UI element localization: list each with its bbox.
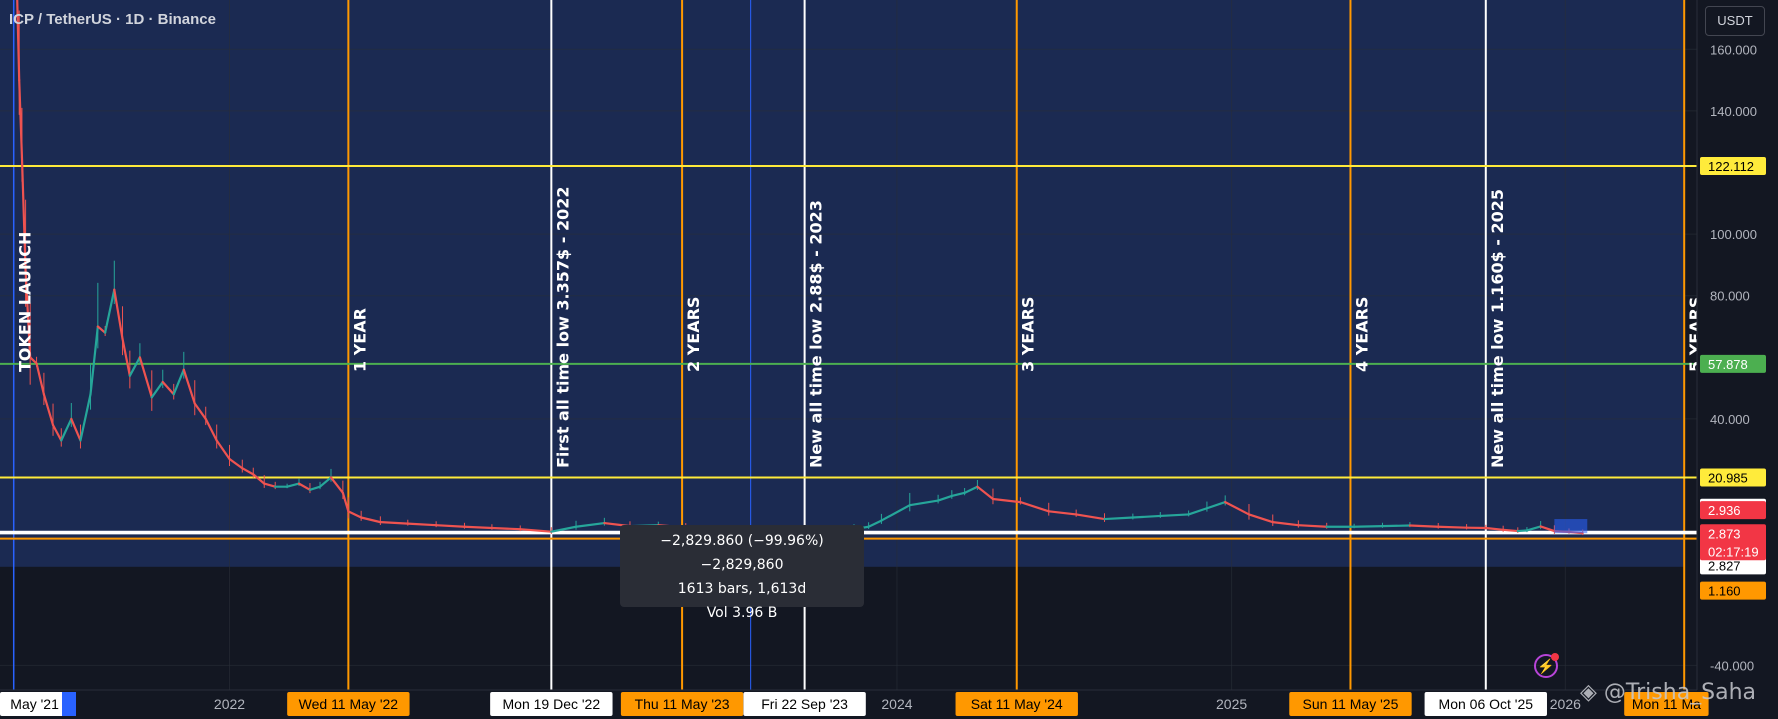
x-axis-badge: Fri 22 Sep '23 (743, 692, 866, 716)
chart-title: ICP / TetherUS · 1D · Binance (9, 11, 216, 28)
x-badge-label: May '21 (10, 696, 59, 712)
chart-stage[interactable]: TOKEN LAUNCH 1 YEAR First all time low 3.3… (0, 0, 1778, 719)
price-segment (463, 525, 494, 530)
y-axis-badge: 2.936 (1700, 501, 1766, 520)
price-segment (1353, 525, 1384, 528)
vertical-marker-label: 1 YEAR (350, 308, 369, 372)
price-segment (1297, 524, 1328, 528)
vertical-marker-label: New all time low 2.88$ - 2023 (807, 200, 826, 468)
x-axis-badge: Mon 19 Dec '22 (490, 692, 613, 716)
volume-profile-block (1554, 519, 1588, 534)
y-tick-label: 80.000 (1710, 289, 1750, 304)
x-axis-badge: Sat 11 May '24 (955, 692, 1078, 716)
x-badge-chip (62, 692, 76, 716)
vertical-marker-label: New all time low 1.160$ - 2025 (1488, 189, 1507, 468)
watermark: ◈ @Trisha_Saha (1580, 680, 1756, 705)
y-badge-label: 2.873 (1708, 526, 1741, 541)
price-segment (1502, 528, 1519, 533)
measurement-tooltip: −2,829.860 (−99.96%) −2,829,860 1613 bar… (620, 525, 864, 621)
vertical-marker-label: TOKEN LAUNCH (16, 232, 35, 372)
price-segment (1516, 529, 1529, 533)
vertical-marker-label: 2 YEARS (684, 297, 703, 372)
y-tick-label: 100.000 (1710, 227, 1757, 242)
price-segment (1131, 514, 1162, 519)
price-chart[interactable]: TOKEN LAUNCH 1 YEAR First all time low 3.3… (0, 0, 1778, 719)
x-badge-label: Thu 11 May '23 (635, 696, 730, 712)
x-axis-badge: Sun 11 May '25 (1289, 692, 1412, 716)
y-axis-badge: 1.160 (1700, 581, 1766, 600)
y-badge-label: 57.878 (1708, 357, 1748, 372)
y-badge-label: 2.936 (1708, 503, 1741, 518)
vertical-marker-label: 4 YEARS (1352, 297, 1371, 372)
price-segment (1437, 525, 1468, 529)
x-tick-label: 2026 (1550, 696, 1581, 712)
measurement-volume: Vol 3.96 B (706, 605, 778, 621)
price-segment (1159, 513, 1190, 518)
measurement-change: −2,829.860 (−99.96%) −2,829,860 (660, 533, 824, 573)
x-axis-badge: Mon 06 Oct '25 (1424, 692, 1547, 716)
y-axis-badge: 20.985 (1700, 468, 1766, 487)
y-badge-label: 2.827 (1708, 558, 1741, 573)
y-axis-badge: 122.112 (1700, 156, 1766, 175)
x-axis-badge: May '21 (0, 692, 70, 716)
y-axis-badge: 2.873 02:17:19 (1700, 524, 1766, 561)
y-tick-label: 160.000 (1710, 42, 1757, 57)
x-badge-label: Sat 11 May '24 (971, 696, 1063, 712)
x-badge-label: Sun 11 May '25 (1303, 696, 1399, 712)
diamond-logo-icon: ◈ (1580, 680, 1597, 705)
notification-dot (1551, 653, 1559, 661)
measurement-bars: 1613 bars, 1,613d (677, 581, 807, 597)
x-badge-label: Mon 19 Dec '22 (503, 696, 601, 712)
price-segment (406, 522, 438, 527)
price-segment (1381, 524, 1411, 528)
vertical-marker-label: 3 YEARS (1019, 297, 1038, 372)
x-tick-label: 2024 (881, 696, 912, 712)
y-badge-label: 1.160 (1708, 584, 1741, 599)
y-axis-badge: 57.878 (1700, 354, 1766, 373)
price-segment (1103, 516, 1134, 521)
price-segment (490, 526, 522, 531)
y-tick-label: -40.000 (1710, 658, 1754, 673)
x-tick-label: 2025 (1216, 696, 1247, 712)
price-segment (1408, 524, 1440, 528)
highlight-region (0, 0, 1685, 567)
vertical-marker-label: First all time low 3.357$ - 2022 (553, 187, 572, 469)
y-badge-label: 122.112 (1708, 159, 1754, 174)
x-badge-label: Wed 11 May '22 (299, 696, 399, 712)
x-badge-label: Fri 22 Sep '23 (761, 696, 848, 712)
y-tick-label: 140.000 (1710, 104, 1757, 119)
price-segment (379, 521, 409, 525)
x-tick-label: 2022 (214, 696, 245, 712)
price-segment (435, 524, 466, 528)
watermark-text: @Trisha_Saha (1603, 680, 1757, 705)
y-badge-sublabel: 02:17:19 (1708, 544, 1759, 559)
x-axis-badge: Thu 11 May '23 (620, 692, 744, 716)
x-badge-label: Mon 06 Oct '25 (1439, 696, 1534, 712)
x-axis-badge: Wed 11 May '22 (287, 692, 410, 716)
currency-unit-button[interactable]: USDT (1705, 6, 1765, 36)
y-tick-label: 40.000 (1710, 412, 1750, 427)
y-badge-label: 20.985 (1708, 471, 1748, 486)
